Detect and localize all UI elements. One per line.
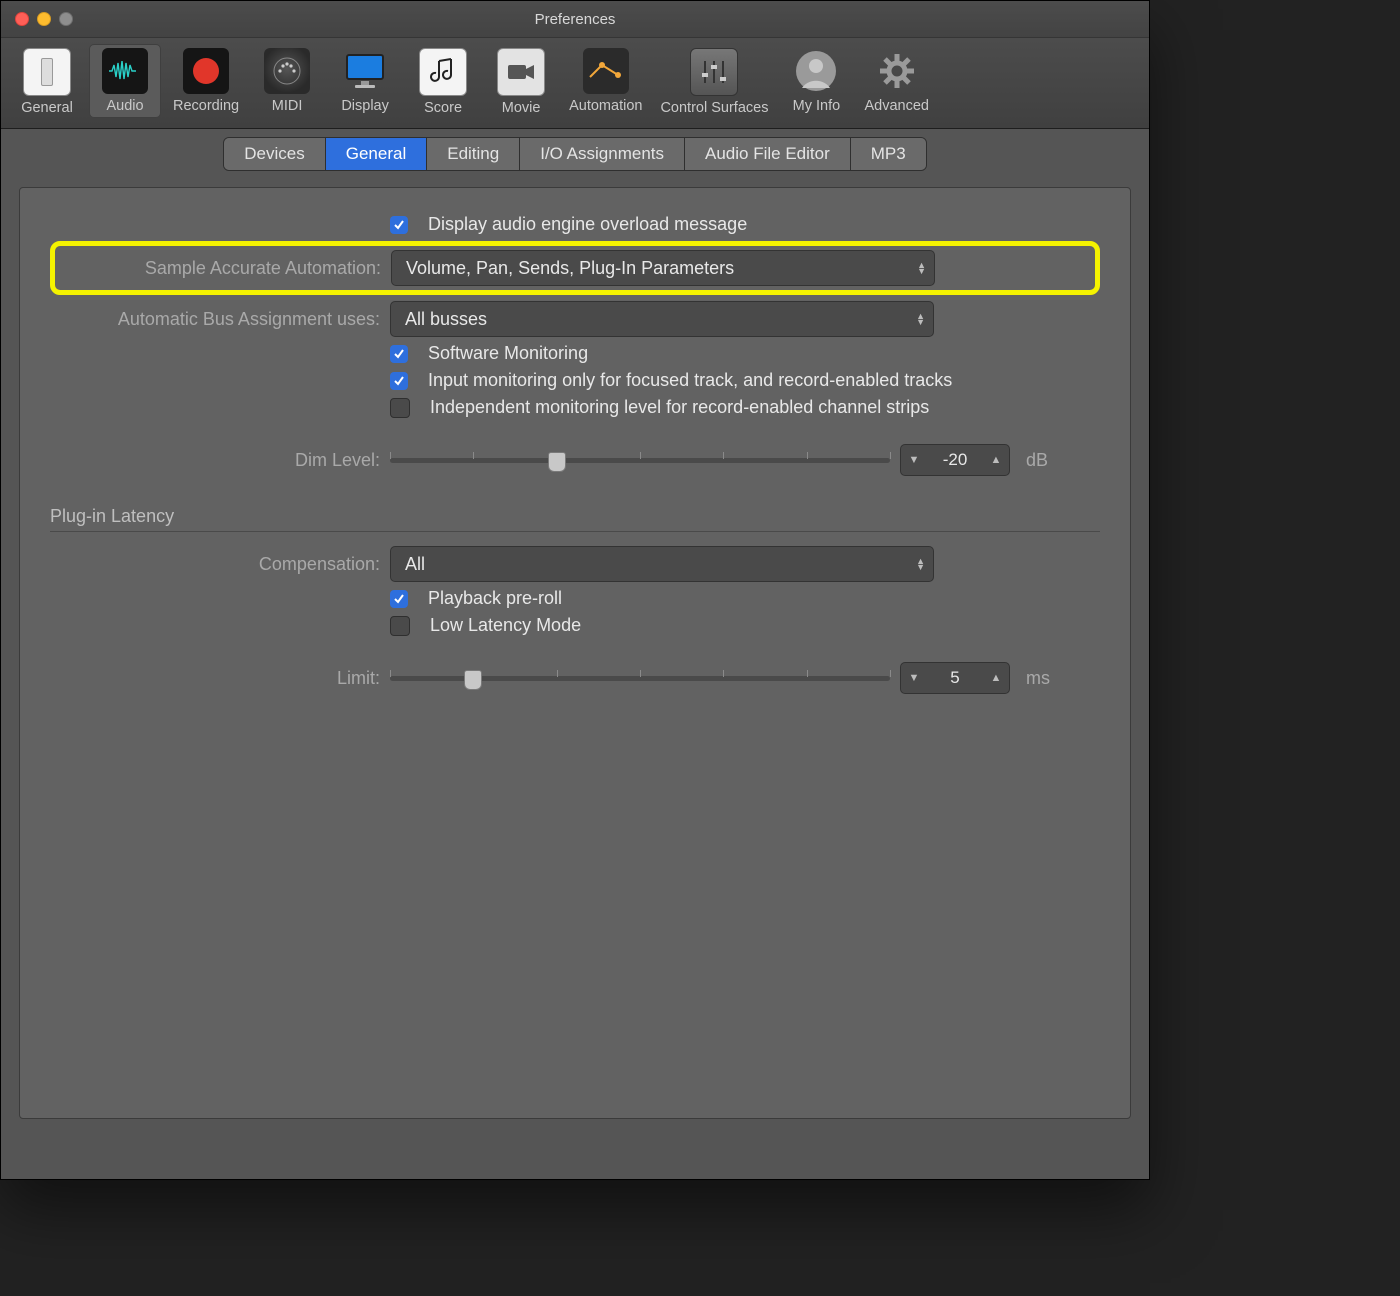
switch-icon <box>23 48 71 96</box>
toolbar-score[interactable]: Score <box>407 44 479 120</box>
limit-label: Limit: <box>50 668 390 689</box>
independent-monitoring-checkbox[interactable] <box>390 398 410 418</box>
subtab-audio-file-editor[interactable]: Audio File Editor <box>685 138 851 170</box>
software-monitoring-checkbox[interactable] <box>390 345 408 363</box>
toolbar-automation[interactable]: Automation <box>563 44 648 118</box>
gear-icon <box>874 48 920 94</box>
bus-select[interactable]: All busses ▲▼ <box>390 301 934 337</box>
limit-stepper[interactable]: ▼ 5 ▲ <box>900 662 1010 694</box>
subtab-io-assignments[interactable]: I/O Assignments <box>520 138 685 170</box>
chevron-updown-icon: ▲▼ <box>917 262 926 274</box>
sample-accurate-highlight: Sample Accurate Automation: Volume, Pan,… <box>50 241 1100 295</box>
compensation-label: Compensation: <box>50 554 390 575</box>
titlebar: Preferences <box>1 1 1149 38</box>
main-toolbar: General Audio Recording MIDI Display <box>1 38 1149 129</box>
low-latency-checkbox[interactable] <box>390 616 410 636</box>
waveform-icon <box>102 48 148 94</box>
bus-value: All busses <box>405 309 487 330</box>
chevron-updown-icon: ▲▼ <box>916 558 925 570</box>
toolbar-general[interactable]: General <box>11 44 83 120</box>
overload-label: Display audio engine overload message <box>428 214 747 235</box>
compensation-value: All <box>405 554 425 575</box>
saa-select[interactable]: Volume, Pan, Sends, Plug-In Parameters ▲… <box>391 250 935 286</box>
toolbar-movie[interactable]: Movie <box>485 44 557 120</box>
subtab-general[interactable]: General <box>326 138 427 170</box>
overload-checkbox[interactable] <box>390 216 408 234</box>
saa-value: Volume, Pan, Sends, Plug-In Parameters <box>406 258 734 279</box>
subtab-editing[interactable]: Editing <box>427 138 520 170</box>
compensation-select[interactable]: All ▲▼ <box>390 546 934 582</box>
midi-icon <box>264 48 310 94</box>
faders-icon <box>690 48 738 96</box>
limit-slider[interactable] <box>390 666 890 690</box>
toolbar-midi[interactable]: MIDI <box>251 44 323 118</box>
plugin-latency-heading: Plug-in Latency <box>50 506 1100 527</box>
input-monitoring-label: Input monitoring only for focused track,… <box>428 370 952 391</box>
preroll-checkbox[interactable] <box>390 590 408 608</box>
independent-monitoring-label: Independent monitoring level for record-… <box>430 397 929 418</box>
toolbar-my-info[interactable]: My Info <box>780 44 852 118</box>
subtab-devices[interactable]: Devices <box>224 138 325 170</box>
dim-unit: dB <box>1026 450 1048 471</box>
chevron-updown-icon: ▲▼ <box>916 313 925 325</box>
record-icon <box>183 48 229 94</box>
bus-label: Automatic Bus Assignment uses: <box>50 309 390 330</box>
display-icon <box>342 48 388 94</box>
window-title: Preferences <box>1 11 1149 28</box>
chevron-down-icon[interactable]: ▼ <box>901 672 927 684</box>
score-icon <box>419 48 467 96</box>
toolbar-advanced[interactable]: Advanced <box>858 44 935 118</box>
dim-label: Dim Level: <box>50 450 390 471</box>
person-icon <box>793 48 839 94</box>
low-latency-label: Low Latency Mode <box>430 615 581 636</box>
divider <box>50 531 1100 532</box>
toolbar-recording[interactable]: Recording <box>167 44 245 118</box>
chevron-up-icon[interactable]: ▲ <box>983 672 1009 684</box>
settings-panel: Display audio engine overload message Sa… <box>19 187 1131 1119</box>
limit-value: 5 <box>927 668 983 688</box>
chevron-up-icon[interactable]: ▲ <box>983 454 1009 466</box>
preroll-label: Playback pre-roll <box>428 588 562 609</box>
toolbar-control-surfaces[interactable]: Control Surfaces <box>654 44 774 120</box>
limit-unit: ms <box>1026 668 1050 689</box>
toolbar-audio[interactable]: Audio <box>89 44 161 118</box>
dim-value: -20 <box>927 450 983 470</box>
sub-tabs: Devices General Editing I/O Assignments … <box>223 137 926 171</box>
input-monitoring-checkbox[interactable] <box>390 372 408 390</box>
dim-slider[interactable] <box>390 448 890 472</box>
software-monitoring-label: Software Monitoring <box>428 343 588 364</box>
preferences-window: Preferences General Audio Recording MIDI <box>0 0 1150 1180</box>
camera-icon <box>497 48 545 96</box>
dim-stepper[interactable]: ▼ -20 ▲ <box>900 444 1010 476</box>
automation-icon <box>583 48 629 94</box>
saa-label: Sample Accurate Automation: <box>61 258 391 279</box>
toolbar-display[interactable]: Display <box>329 44 401 118</box>
chevron-down-icon[interactable]: ▼ <box>901 454 927 466</box>
subtab-mp3[interactable]: MP3 <box>851 138 926 170</box>
